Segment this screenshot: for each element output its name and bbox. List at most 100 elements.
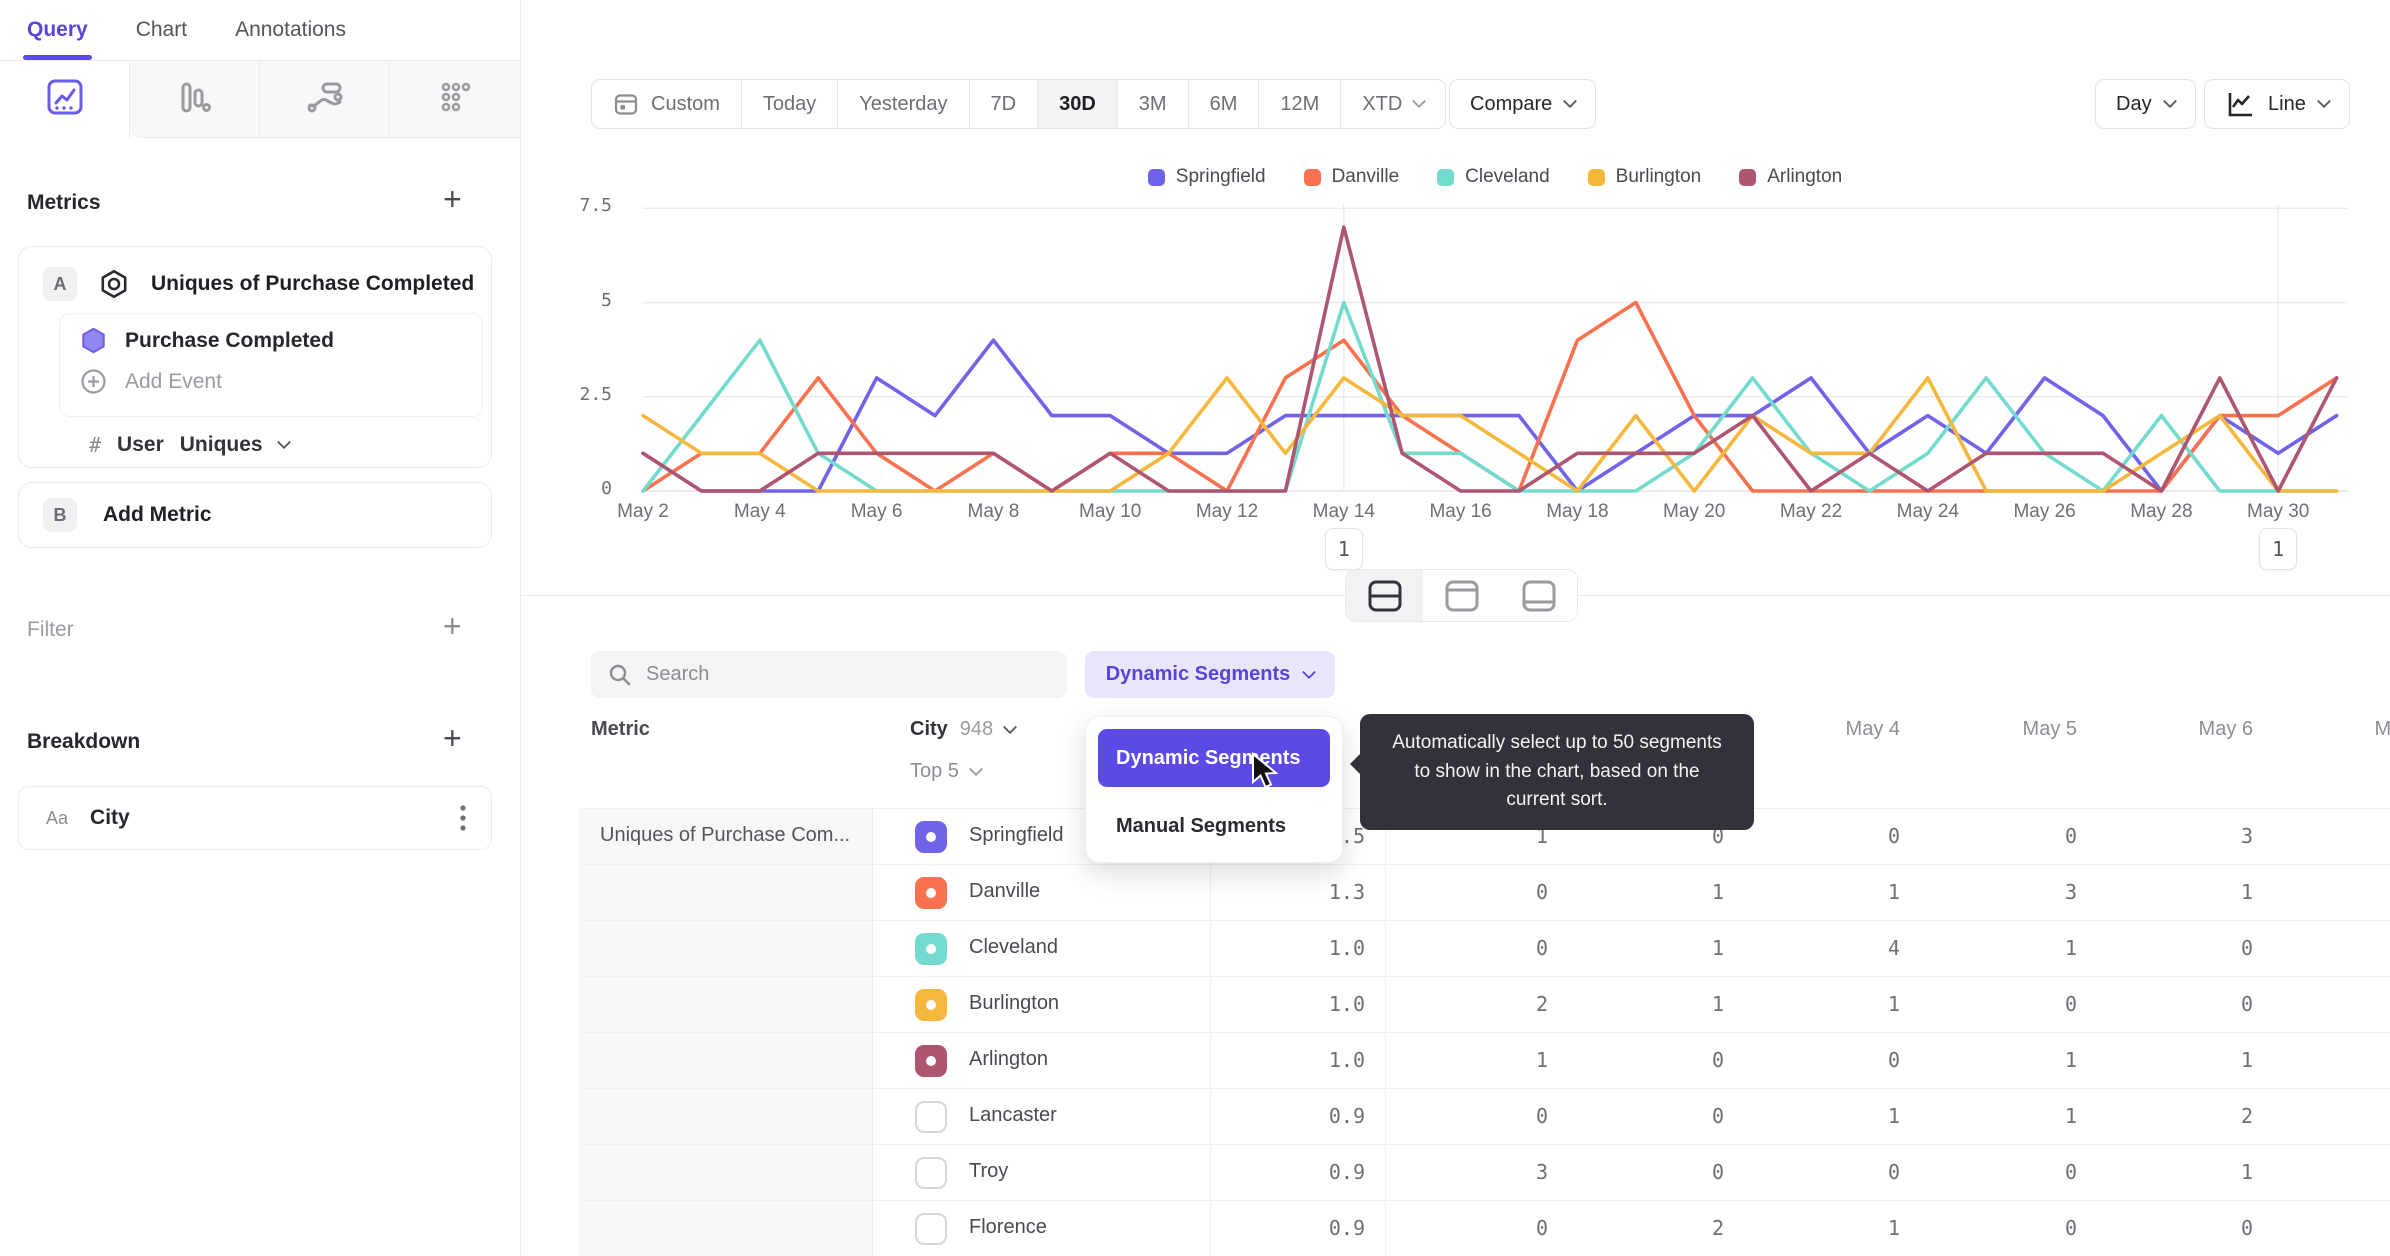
add-breakdown-plus-icon[interactable]: + [443,722,462,754]
segment-day-value: 1 [2240,1048,2253,1072]
legend-item-danville[interactable]: Danville [1303,166,1399,188]
table-row-burlington: Burlington 1.0 2 1 1 0 0 [579,976,2390,1032]
granularity-button[interactable]: Day [2095,79,2196,129]
segment-day-value: 1 [2240,1160,2253,1184]
segments-mode-button[interactable]: Dynamic Segments [1085,651,1335,698]
segment-day-value: 1 [1887,880,1900,904]
metric-b-card[interactable]: B Add Metric [18,482,492,548]
layout-split-toggle[interactable] [1346,570,1423,621]
search-input[interactable] [646,663,1026,686]
segment-day-value: 0 [2240,992,2253,1016]
layout-toggle-group [1345,569,1578,622]
measure-selector[interactable]: # User Uniques [89,433,291,457]
segment-checkbox[interactable] [915,1213,947,1245]
tab-query[interactable]: Query [23,0,92,60]
segment-checkbox[interactable] [915,1157,947,1189]
x-tick-label: May 28 [2130,501,2193,522]
segment-city-label: Danville [969,880,1041,902]
range-30d[interactable]: 30D [1038,80,1118,128]
segment-day-value: 0 [2240,936,2253,960]
date-column-header: May 6 [2198,718,2253,740]
segment-day-value: 0 [2064,992,2077,1016]
annotation-badge[interactable]: 1 [2259,528,2298,570]
segment-day-value: 0 [2064,824,2077,848]
tab-annotations[interactable]: Annotations [235,0,346,60]
legend-item-springfield[interactable]: Springfield [1147,166,1266,188]
group-column-header[interactable]: City 948 [910,718,1018,741]
event-row[interactable]: Purchase Completed [60,314,482,354]
add-metric-plus-icon[interactable]: + [443,183,462,215]
range-custom[interactable]: Custom [592,80,742,128]
legend-swatch [1739,168,1757,186]
range-today[interactable]: Today [742,80,839,128]
range-7d[interactable]: 7D [970,80,1039,128]
line-chart[interactable] [560,192,2370,507]
breakdown-city-card[interactable]: Aa City [18,786,492,850]
legend-item-burlington[interactable]: Burlington [1587,166,1701,188]
segment-day-value: 1 [1887,1216,1900,1240]
layout-chart-only-toggle[interactable] [1423,570,1500,621]
segment-checkbox[interactable] [915,821,947,853]
kebab-menu-icon[interactable] [459,802,467,834]
range-12m[interactable]: 12M [1259,80,1342,128]
segment-checkbox[interactable] [915,877,947,909]
layout-table-only-toggle[interactable] [1500,570,1577,621]
mouse-cursor [1250,751,1284,797]
legend-item-cleveland[interactable]: Cleveland [1437,166,1550,188]
metric-a-badge: A [43,267,77,301]
chart-type-line-tab[interactable] [0,61,130,138]
y-tick-label: 0 [601,478,612,499]
range-6m[interactable]: 6M [1189,80,1260,128]
segment-day-value: 0 [2064,1160,2077,1184]
x-tick-label: May 2 [617,501,669,522]
metric-a-title[interactable]: Uniques of Purchase Completed [151,272,474,296]
chart-style-button[interactable]: Line [2204,79,2350,129]
top-n-selector[interactable]: Top 5 [910,760,984,783]
compare-button[interactable]: Compare [1449,79,1597,129]
segment-day-value: 0 [1535,936,1548,960]
segments-mode-menu: Dynamic Segments Manual Segments [1085,716,1343,863]
x-tick-label: May 12 [1195,501,1259,522]
x-tick-label: May 10 [1079,501,1142,522]
segment-day-value: 1 [2064,1048,2077,1072]
range-xtd[interactable]: XTD [1341,80,1445,128]
chart-type-flow-tab[interactable] [260,61,390,138]
segment-day-value: 1 [2240,880,2253,904]
segment-checkbox[interactable] [915,1045,947,1077]
date-column-header: May 7 [2374,718,2390,740]
date-column-header: May 5 [2022,718,2077,740]
x-tick-label: May 26 [2013,501,2076,522]
segment-day-value: 2 [1535,992,1548,1016]
add-event-row[interactable]: Add Event [60,354,482,395]
date-range-group: Custom Today Yesterday 7D 30D 3M 6M 12M XTD [591,79,1447,129]
add-filter-plus-icon[interactable]: + [443,610,462,642]
segment-day-value: 1 [2064,1104,2077,1128]
column-separator [1385,808,1386,1256]
segment-day-value: 1 [1711,992,1724,1016]
segment-day-value: 1 [1535,1048,1548,1072]
segment-checkbox[interactable] [915,1101,947,1133]
legend-swatch [1437,168,1455,186]
segment-checkbox[interactable] [915,989,947,1021]
segment-day-value: 0 [1535,880,1548,904]
segment-day-value: 0 [1887,824,1900,848]
metric-a-card: A Uniques of Purchase Completed Purchase… [18,246,492,468]
menu-item-dynamic-segments[interactable]: Dynamic Segments [1098,729,1330,787]
chart-type-bar-tab[interactable] [130,61,260,138]
range-3m[interactable]: 3M [1118,80,1189,128]
x-tick-label: May 14 [1312,501,1375,522]
range-yesterday[interactable]: Yesterday [838,80,970,128]
annotation-badge[interactable]: 1 [1324,528,1363,570]
tab-chart[interactable]: Chart [136,0,187,60]
metric-b-badge: B [43,498,77,532]
menu-item-manual-segments[interactable]: Manual Segments [1098,801,1330,851]
segment-avg-value: 1.3 [1328,880,1365,904]
chart-type-scatter-tab[interactable] [390,61,520,138]
segment-checkbox[interactable] [915,933,947,965]
metrics-title: Metrics [27,191,101,214]
search-icon [608,663,632,687]
legend-item-arlington[interactable]: Arlington [1739,166,1842,188]
metric-column-header: Metric [591,718,650,740]
y-tick-label: 2.5 [579,383,612,405]
line-style-icon [2225,89,2255,119]
